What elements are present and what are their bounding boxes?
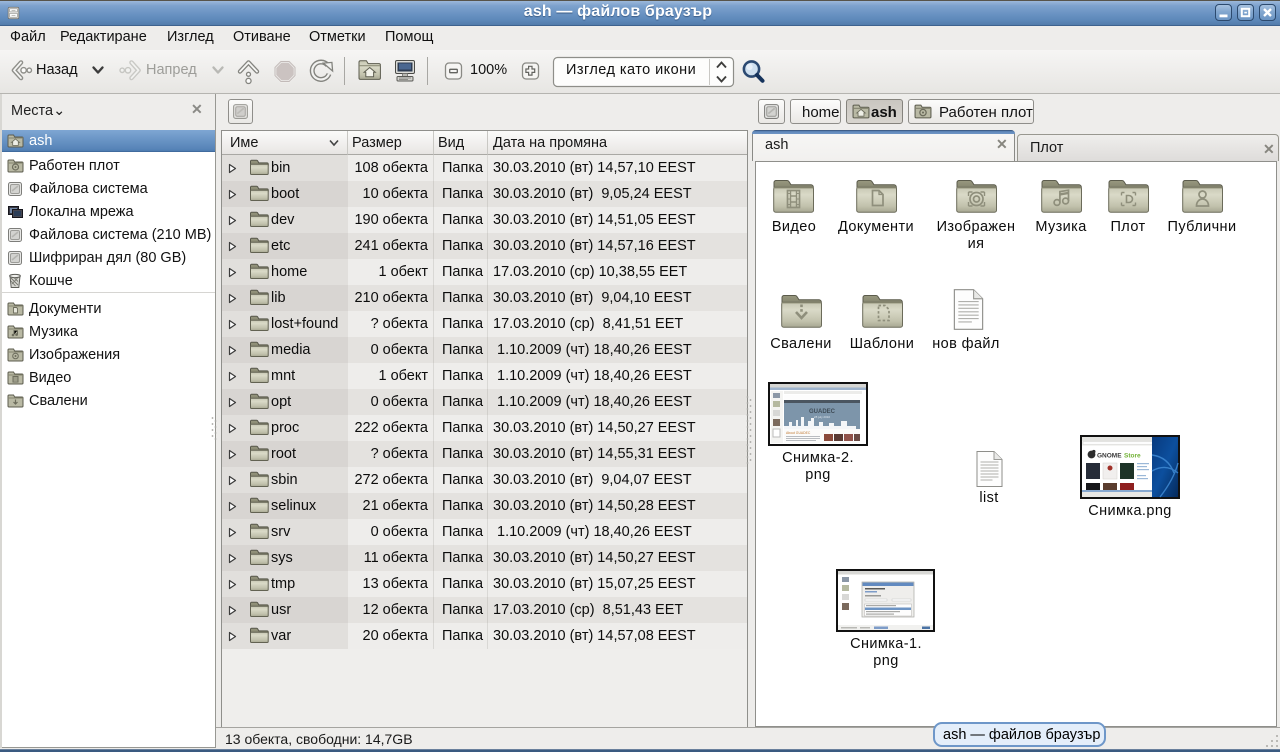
svg-text:GNOME: GNOME [1097, 453, 1122, 460]
svg-text:Store: Store [1124, 453, 1141, 460]
svg-text:28 july 2010: 28 july 2010 [814, 415, 831, 419]
svg-text:About GUADEC: About GUADEC [786, 431, 811, 435]
